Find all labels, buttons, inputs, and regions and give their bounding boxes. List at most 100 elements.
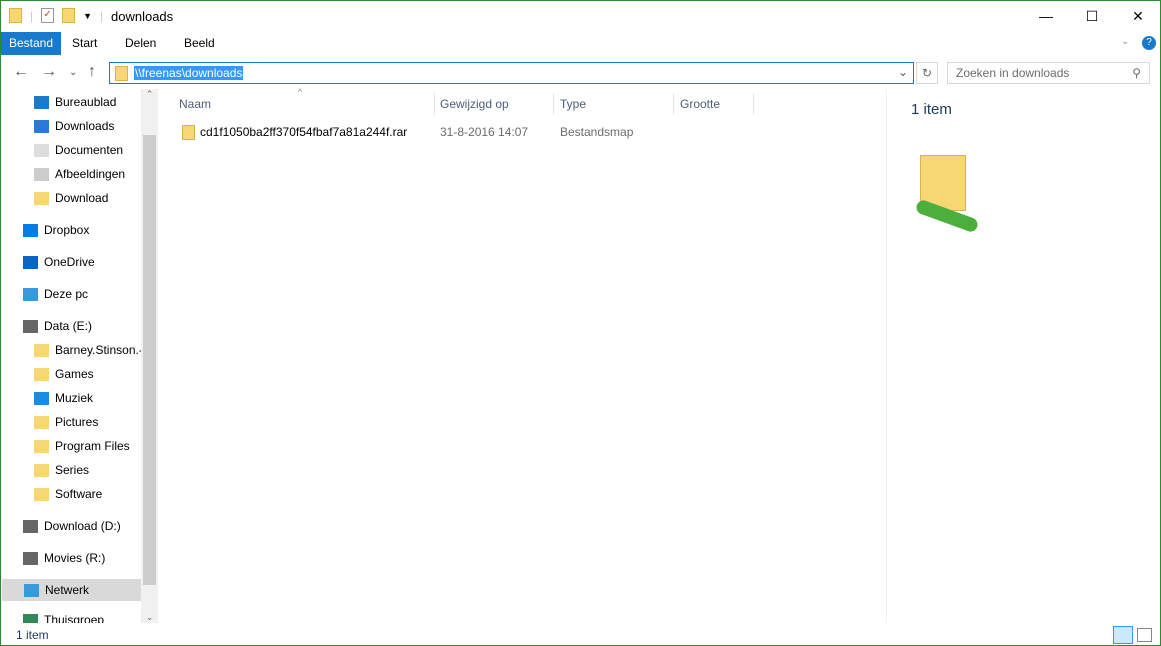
sidebar-item[interactable]: Afbeeldingen📌 — [34, 163, 158, 185]
maximize-button[interactable]: ☐ — [1069, 1, 1115, 32]
folder-icon — [34, 191, 49, 205]
network-folder-icon — [115, 66, 128, 81]
drive-icon — [23, 519, 38, 533]
onedrive-icon — [23, 255, 38, 269]
expand-ribbon-icon[interactable]: ⌄ — [1121, 36, 1129, 47]
sidebar-item[interactable]: Software — [34, 483, 158, 505]
sidebar-item[interactable]: Dropbox — [23, 219, 158, 241]
network-icon — [24, 583, 39, 597]
sidebar-item[interactable]: Program Files — [34, 435, 158, 457]
scroll-down-icon[interactable]: ⌄ — [141, 612, 158, 623]
sidebar-item-label: Deze pc — [44, 287, 89, 301]
sidebar-item-label: Data (E:) — [44, 319, 93, 333]
sidebar-item-label: Bureaublad — [55, 95, 117, 109]
sidebar-item[interactable]: Muziek — [34, 387, 158, 409]
details-count: 1 item — [911, 101, 952, 118]
quick-access-toolbar: | ✓ ▼ | — [9, 8, 103, 23]
forward-button[interactable]: → — [41, 63, 57, 81]
drive-icon — [23, 319, 38, 333]
sidebar-item-label: Download (D:) — [44, 519, 121, 533]
pc-icon — [23, 287, 38, 301]
sidebar-item-label: Series — [55, 463, 90, 477]
column-type[interactable]: Type — [554, 93, 674, 115]
column-grootte[interactable]: Grootte — [674, 93, 754, 115]
sidebar-item-label: Software — [55, 487, 103, 501]
ribbon: Bestand Start Delen Beeld ⌄ ? — [1, 32, 1160, 55]
folder-icon — [34, 367, 49, 381]
properties-icon[interactable]: ✓ — [41, 8, 55, 23]
large-icons-view-button[interactable] — [1137, 628, 1152, 642]
file-modified: 31-8-2016 14:07 — [440, 125, 529, 139]
sidebar-item[interactable]: Bureaublad📌 — [34, 91, 158, 113]
sidebar-item[interactable]: Thuisgroep — [23, 609, 158, 623]
sidebar-item[interactable]: Games — [34, 363, 158, 385]
sidebar-item[interactable]: Pictures — [34, 411, 158, 433]
up-button[interactable]: ↑ — [88, 63, 96, 81]
minimize-button[interactable]: — — [1023, 1, 1069, 32]
documents-icon — [34, 143, 49, 157]
new-folder-icon[interactable] — [62, 8, 76, 23]
folder-icon — [34, 487, 49, 501]
sidebar-item-label: Games — [55, 367, 94, 381]
close-button[interactable]: ✕ — [1115, 1, 1161, 32]
details-view-button[interactable] — [1113, 626, 1133, 644]
scroll-up-icon[interactable]: ⌃ — [141, 89, 158, 100]
file-row[interactable]: cd1f1050ba2ff370f54fbaf7a81a244f.rar 31-… — [177, 121, 877, 143]
sidebar-item[interactable]: Movies (R:) — [23, 547, 158, 569]
tab-beeld[interactable]: Beeld — [176, 32, 223, 55]
search-placeholder: Zoeken in downloads — [956, 66, 1070, 80]
sidebar-item[interactable]: Download (D:) — [23, 515, 158, 537]
search-input[interactable]: Zoeken in downloads ⚲ — [947, 62, 1150, 84]
tab-delen[interactable]: Delen — [117, 32, 164, 55]
file-name: cd1f1050ba2ff370f54fbaf7a81a244f.rar — [200, 125, 408, 139]
refresh-button[interactable]: ↻ — [916, 62, 938, 84]
sidebar-item[interactable]: Documenten📌 — [34, 139, 158, 161]
sidebar-item[interactable]: Downloads📌 — [34, 115, 158, 137]
sidebar-item-label: Dropbox — [44, 223, 90, 237]
sidebar-item-label: Downloads — [55, 119, 115, 133]
column-naam[interactable]: Naam — [173, 93, 435, 115]
network-folder-icon — [9, 8, 22, 23]
navigation-pane: Thuisgroep Netwerk Movies (R:) Download (D:… — [1, 89, 158, 623]
sidebar-item[interactable]: Barney.Stinson.- — [34, 339, 158, 361]
folder-icon — [182, 125, 195, 140]
address-path[interactable]: \\freenas\downloads — [134, 66, 244, 80]
sidebar-item-label: Muziek — [55, 391, 94, 405]
help-icon[interactable]: ? — [1142, 36, 1156, 50]
sidebar-item[interactable]: Netwerk — [2, 579, 141, 601]
search-icon[interactable]: ⚲ — [1132, 66, 1141, 80]
scrollbar-thumb[interactable] — [143, 135, 156, 585]
download-icon — [34, 119, 49, 133]
folder-icon — [34, 343, 49, 357]
sidebar-item[interactable]: OneDrive — [23, 251, 158, 273]
pictures-icon — [34, 167, 49, 181]
navigation-bar: ← → ⌄ ↑ \\freenas\downloads ⌄ ↻ Zoeken i… — [1, 59, 1160, 87]
column-gewijzigd[interactable]: Gewijzigd op — [434, 93, 554, 115]
sidebar-scrollbar[interactable]: ⌃ ⌄ — [141, 89, 158, 623]
sidebar-item[interactable]: Data (E:) — [23, 315, 158, 337]
homegroup-icon — [23, 613, 38, 623]
folder-icon — [34, 439, 49, 453]
tab-bestand[interactable]: Bestand — [1, 32, 62, 55]
sidebar-item-label: Barney.Stinson.- — [55, 343, 143, 357]
folder-icon — [34, 463, 49, 477]
status-item-count: 1 item — [16, 628, 49, 642]
sidebar-item[interactable]: Download📌 — [34, 187, 158, 209]
window-title: downloads — [111, 9, 174, 24]
address-bar[interactable]: \\freenas\downloads ⌄ — [109, 62, 914, 84]
dropbox-icon — [23, 223, 38, 237]
sidebar-item-label: Documenten — [55, 143, 124, 157]
sidebar-item[interactable]: Deze pc — [23, 283, 158, 305]
desktop-icon — [34, 95, 49, 109]
folder-icon — [34, 415, 49, 429]
back-button[interactable]: ← — [13, 63, 29, 81]
tab-start[interactable]: Start — [64, 32, 105, 55]
address-dropdown-icon[interactable]: ⌄ — [898, 65, 908, 79]
sidebar-item[interactable]: Series — [34, 459, 158, 481]
file-type: Bestandsmap — [560, 125, 634, 139]
explorer-window: | ✓ ▼ | downloads — ☐ ✕ Bestand Start De… — [0, 0, 1161, 646]
customize-dropdown-icon[interactable]: ▼ — [83, 11, 92, 21]
sidebar-item-label: Afbeeldingen — [55, 167, 126, 181]
sidebar-item-label: Netwerk — [45, 583, 90, 597]
recent-locations-icon[interactable]: ⌄ — [69, 67, 77, 78]
